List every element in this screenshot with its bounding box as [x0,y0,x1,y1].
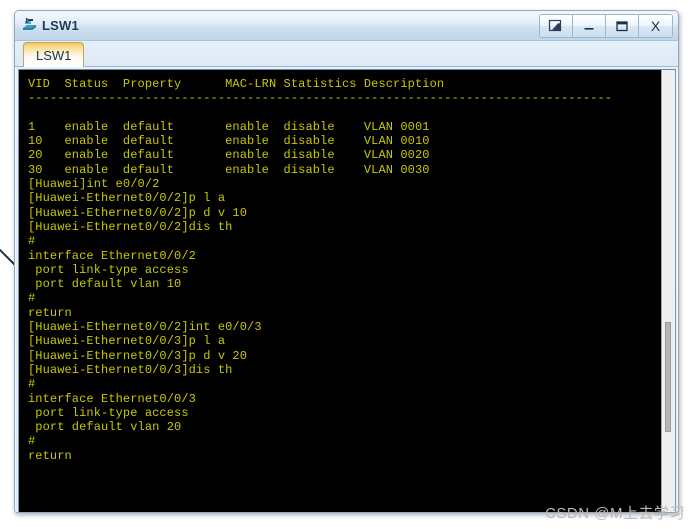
terminal-line: 30 enable default enable disable VLAN 00… [28,162,430,177]
window-controls-group: X [539,14,673,38]
terminal-output[interactable]: VID Status Property MAC-LRN Statistics D… [19,70,661,512]
terminal-line: port link-type access [28,405,189,420]
cascade-windows-icon [548,19,562,32]
terminal-line: [Huawei]int e0/0/2 [28,177,160,192]
terminal-line: 10 enable default enable disable VLAN 00… [28,134,430,149]
terminal-line: ----------------------------------------… [28,91,613,106]
switch-icon [23,18,36,30]
restore-down-button[interactable] [540,15,573,37]
terminal-line: interface Ethernet0/0/2 [28,248,196,263]
watermark: CSDN @M上去学习 [545,505,685,522]
terminal-line: [Huawei-Ethernet0/0/2]p d v 10 [28,205,248,220]
minimize-icon [584,28,594,30]
terminal-line: return [28,448,72,463]
terminal-line: [Huawei-Ethernet0/0/3]dis th [28,362,233,377]
scrollbar-thumb[interactable] [665,322,671,432]
terminal-line: [Huawei-Ethernet0/0/3]p d v 20 [28,348,248,363]
terminal-line: port default vlan 10 [28,277,182,292]
terminal-line: return [28,305,72,320]
terminal-line: [Huawei-Ethernet0/0/2]dis th [28,219,233,234]
terminal-area: VID Status Property MAC-LRN Statistics D… [18,69,676,512]
terminal-line: 20 enable default enable disable VLAN 00… [28,148,430,163]
terminal-line: interface Ethernet0/0/3 [28,391,196,406]
terminal-line: [Huawei-Ethernet0/0/2]int e0/0/3 [28,320,262,335]
terminal-line: # [28,377,36,392]
terminal-line: # [28,291,36,306]
window-title: LSW1 [42,18,79,33]
terminal-line: # [28,234,36,249]
tab-strip: LSW1 [15,41,678,67]
terminal-line: [Huawei-Ethernet0/0/2]p l a [28,191,226,206]
tab-lsw1[interactable]: LSW1 [23,42,85,67]
terminal-line: port default vlan 20 [28,420,182,435]
minimize-button[interactable] [573,15,606,37]
window-titlebar[interactable]: LSW1 X [15,11,678,41]
terminal-line: VID Status Property MAC-LRN Statistics D… [28,77,445,91]
terminal-line: 1 enable default enable disable VLAN 000… [28,119,430,134]
terminal-line: port link-type access [28,262,189,277]
maximize-button[interactable] [606,15,639,37]
terminal-vertical-scrollbar[interactable] [661,70,675,512]
terminal-line: [Huawei-Ethernet0/0/3]p l a [28,334,226,349]
tab-lsw1-label: LSW1 [36,47,72,63]
device-cli-window: LSW1 X LSW1 VID Status Property MAC-LRN … [14,10,679,513]
close-button[interactable]: X [639,15,672,37]
terminal-line: # [28,434,36,449]
close-icon: X [650,18,661,34]
maximize-icon [616,21,628,32]
